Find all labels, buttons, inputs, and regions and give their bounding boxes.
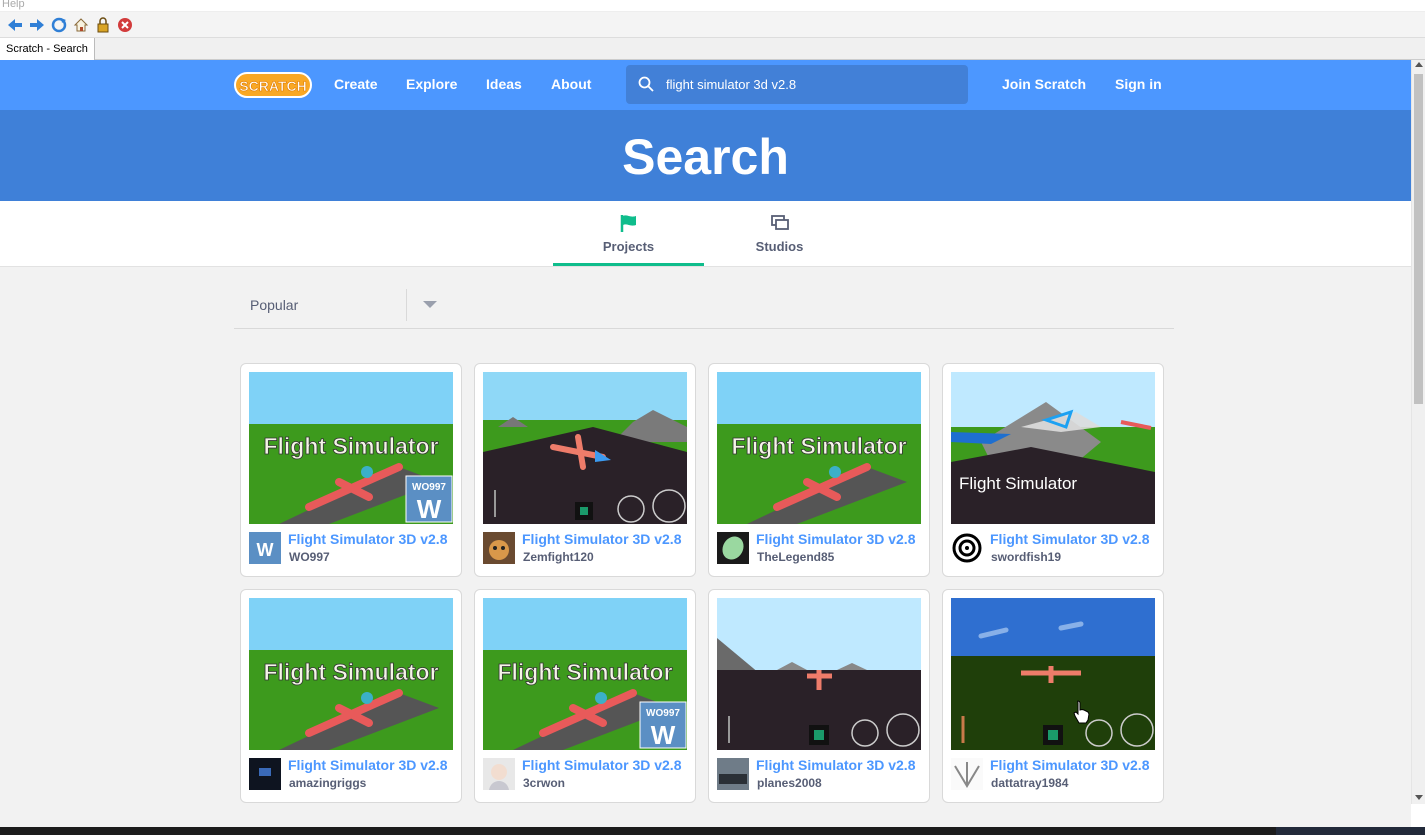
svg-text:Flight Simulator: Flight Simulator (263, 433, 438, 459)
forward-icon[interactable] (28, 16, 46, 34)
taskbar (0, 827, 1425, 835)
menu-bar: Help (0, 0, 1425, 12)
project-thumbnail[interactable]: Flight Simulator WO997 W (249, 372, 453, 524)
project-card[interactable]: Flight Simulator Flight Simulator 3D v2.8… (708, 363, 930, 577)
owner-avatar[interactable]: W (249, 532, 281, 564)
filter-divider (406, 289, 407, 321)
project-card[interactable]: Flight Simulator 3D v2.8 dattatray1984 (942, 589, 1164, 803)
owner-avatar[interactable] (717, 532, 749, 564)
browser-tab[interactable]: Scratch - Search (0, 38, 95, 60)
search-icon (638, 76, 654, 97)
project-title-link[interactable]: Flight Simulator 3D v2.8 (990, 757, 1158, 773)
svg-text:SCRATCH: SCRATCH (239, 78, 306, 94)
project-title-link[interactable]: Flight Simulator 3D v2.8 (756, 757, 924, 773)
svg-text:WO997: WO997 (646, 708, 680, 719)
scroll-thumb[interactable] (1414, 74, 1423, 404)
project-thumbnail[interactable] (717, 598, 921, 750)
lock-icon[interactable] (94, 16, 112, 34)
flag-icon (553, 213, 704, 233)
project-thumbnail[interactable]: Flight Simulator (249, 598, 453, 750)
project-title-link[interactable]: Flight Simulator 3D v2.8 (990, 531, 1158, 547)
browser-toolbar (0, 12, 1425, 38)
owner-avatar[interactable] (951, 758, 983, 790)
project-card[interactable]: Flight Simulator Flight Simulator 3D v2.8… (942, 363, 1164, 577)
page-title: Search (622, 129, 789, 185)
svg-text:W: W (417, 494, 442, 524)
nav-about[interactable]: About (551, 60, 591, 110)
search-box (626, 65, 968, 104)
tab-projects[interactable]: Projects (553, 201, 704, 266)
nav-create[interactable]: Create (334, 60, 378, 110)
project-thumbnail[interactable]: Flight Simulator (717, 372, 921, 524)
sort-select-value[interactable]: Popular (250, 297, 298, 313)
svg-text:Flight Simulator: Flight Simulator (263, 659, 438, 685)
sign-in-link[interactable]: Sign in (1115, 60, 1162, 110)
svg-text:WO997: WO997 (412, 482, 446, 493)
scroll-down-icon[interactable] (1415, 795, 1423, 800)
sort-filter[interactable]: Popular (234, 285, 1174, 329)
owner-avatar[interactable] (483, 758, 515, 790)
project-card[interactable]: Flight Simulator 3D v2.8 planes2008 (708, 589, 930, 803)
project-title-link[interactable]: Flight Simulator 3D v2.8 (522, 531, 690, 547)
page-viewport: SCRATCH Create Explore Ideas About Join … (0, 60, 1411, 827)
tab-studios[interactable]: Studios (704, 201, 855, 266)
project-owner-link[interactable]: planes2008 (757, 776, 822, 790)
scroll-up-icon[interactable] (1415, 62, 1423, 67)
chevron-down-icon[interactable] (423, 301, 437, 308)
nav-ideas[interactable]: Ideas (486, 60, 522, 110)
search-input[interactable] (666, 65, 956, 104)
project-owner-link[interactable]: swordfish19 (991, 550, 1061, 564)
project-owner-link[interactable]: Zemfight120 (523, 550, 594, 564)
tab-strip: Scratch - Search (0, 38, 1425, 60)
project-owner-link[interactable]: 3crwon (523, 776, 565, 790)
taskbar-tray (1276, 827, 1425, 835)
svg-text:W: W (257, 540, 274, 560)
nav-explore[interactable]: Explore (406, 60, 457, 110)
project-thumbnail[interactable]: Flight Simulator (951, 372, 1155, 524)
menu-help[interactable]: Help (2, 0, 25, 10)
hand-cursor-icon (1073, 700, 1091, 729)
join-scratch-link[interactable]: Join Scratch (1002, 60, 1086, 110)
project-title-link[interactable]: Flight Simulator 3D v2.8 (288, 757, 456, 773)
project-owner-link[interactable]: amazingriggs (289, 776, 366, 790)
vertical-scrollbar[interactable] (1411, 60, 1425, 804)
project-card[interactable]: Flight Simulator WO997 W Flight Simulator 3… (474, 589, 696, 803)
search-banner: Search (0, 110, 1411, 201)
project-thumbnail[interactable] (951, 598, 1155, 750)
svg-text:Flight Simulator: Flight Simulator (959, 474, 1077, 493)
tab-projects-label: Projects (602, 239, 655, 254)
result-tabs: Projects Studios (0, 201, 1411, 267)
project-title-link[interactable]: Flight Simulator 3D v2.8 (288, 531, 456, 547)
tab-studios-label: Studios (755, 239, 804, 254)
project-owner-link[interactable]: WO997 (289, 550, 330, 564)
project-card[interactable]: Flight Simulator WO997 W W Flight Simulator … (240, 363, 462, 577)
svg-text:Flight Simulator: Flight Simulator (497, 659, 672, 685)
owner-avatar[interactable] (483, 532, 515, 564)
project-thumbnail[interactable]: Flight Simulator WO997 W (483, 598, 687, 750)
project-owner-link[interactable]: TheLegend85 (757, 550, 834, 564)
stop-icon[interactable] (116, 16, 134, 34)
svg-text:W: W (651, 720, 676, 750)
project-owner-link[interactable]: dattatray1984 (991, 776, 1068, 790)
project-card[interactable]: Flight Simulator 3D v2.8 Zemfight120 (474, 363, 696, 577)
reload-icon[interactable] (50, 16, 68, 34)
project-title-link[interactable]: Flight Simulator 3D v2.8 (756, 531, 924, 547)
project-card[interactable]: Flight Simulator Flight Simulator 3D v2.8… (240, 589, 462, 803)
owner-avatar[interactable] (249, 758, 281, 790)
project-thumbnail[interactable] (483, 372, 687, 524)
scratch-navbar: SCRATCH Create Explore Ideas About Join … (0, 60, 1411, 110)
owner-avatar[interactable] (951, 532, 983, 564)
owner-avatar[interactable] (717, 758, 749, 790)
home-icon[interactable] (72, 16, 90, 34)
scratch-logo[interactable]: SCRATCH (234, 70, 312, 100)
svg-text:Flight Simulator: Flight Simulator (731, 433, 906, 459)
studios-icon (704, 213, 855, 233)
project-title-link[interactable]: Flight Simulator 3D v2.8 (522, 757, 690, 773)
back-icon[interactable] (6, 16, 24, 34)
